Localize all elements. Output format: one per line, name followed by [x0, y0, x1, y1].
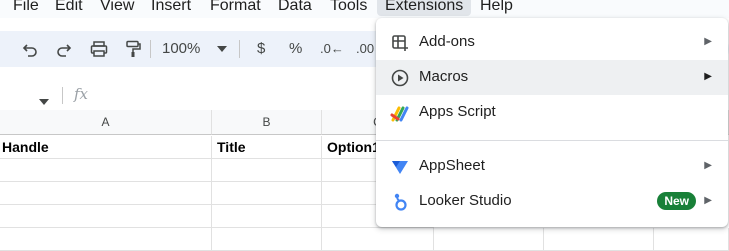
menu-bar: File Edit View Insert Format Data Tools … [0, 0, 729, 18]
grid-cell[interactable] [434, 228, 544, 251]
menu-item-apps-script[interactable]: Apps Script [376, 95, 728, 130]
grid-cell[interactable] [0, 205, 212, 228]
menu-insert[interactable]: Insert [151, 0, 191, 16]
grid-cell[interactable] [0, 228, 212, 251]
menu-format[interactable]: Format [210, 0, 261, 16]
menu-item-label: AppSheet [419, 157, 485, 174]
looker-studio-icon [390, 192, 410, 212]
grid-cell[interactable] [654, 228, 729, 251]
redo-icon[interactable] [54, 39, 74, 59]
grid-cell[interactable] [544, 228, 654, 251]
menu-edit[interactable]: Edit [55, 0, 83, 16]
toolbar-divider [150, 40, 151, 58]
cell-a1[interactable]: Handle [0, 136, 212, 159]
submenu-arrow-icon: ▶ [704, 195, 712, 206]
menu-item-label: Macros [419, 68, 469, 85]
menu-file[interactable]: File [13, 0, 39, 16]
column-header-b[interactable]: B [212, 110, 322, 135]
menu-view[interactable]: View [100, 0, 134, 16]
extensions-menu: Add-ons ▶ Macros ▶ Apps Script AppSheet … [376, 18, 728, 227]
undo-icon[interactable] [20, 39, 40, 59]
print-icon[interactable] [89, 39, 109, 59]
paint-format-icon[interactable] [123, 39, 143, 59]
menu-item-looker-studio[interactable]: Looker Studio New ▶ [376, 184, 728, 219]
add-ons-icon [390, 33, 410, 53]
grid-cell[interactable] [212, 182, 322, 205]
new-badge: New [657, 192, 696, 210]
cell-b1[interactable]: Title [212, 136, 322, 159]
menu-item-add-ons[interactable]: Add-ons ▶ [376, 25, 728, 60]
submenu-arrow-icon: ▶ [704, 160, 712, 171]
menu-help[interactable]: Help [480, 0, 513, 16]
percent-format-button[interactable]: % [289, 40, 302, 58]
appsheet-icon [390, 157, 410, 177]
formula-divider [62, 87, 63, 104]
grid-cell[interactable] [322, 228, 434, 251]
submenu-arrow-icon: ▶ [704, 71, 712, 82]
grid-cell[interactable] [212, 159, 322, 182]
grid-cell[interactable] [212, 205, 322, 228]
zoom-dropdown-icon[interactable] [212, 39, 232, 59]
menu-item-label: Apps Script [419, 103, 496, 120]
name-box-dropdown-icon[interactable] [39, 92, 49, 110]
menu-divider [376, 140, 728, 141]
menu-extensions[interactable]: Extensions [377, 0, 472, 16]
menu-data[interactable]: Data [278, 0, 312, 16]
grid-cell[interactable] [0, 159, 212, 182]
menu-tools[interactable]: Tools [330, 0, 367, 16]
menu-item-appsheet[interactable]: AppSheet ▶ [376, 149, 728, 184]
increase-decimal-button[interactable]: .00 [356, 40, 374, 58]
decrease-decimal-button[interactable]: .0← [320, 40, 344, 58]
toolbar-divider [239, 40, 240, 58]
menu-item-label: Add-ons [419, 33, 475, 50]
currency-format-button[interactable]: $ [257, 40, 265, 58]
menu-item-macros[interactable]: Macros ▶ [376, 60, 728, 95]
zoom-select[interactable]: 100% [162, 40, 200, 58]
grid-cell[interactable] [212, 228, 322, 251]
fx-icon: fx [74, 85, 89, 103]
column-header-a[interactable]: A [0, 110, 212, 135]
grid-cell[interactable] [0, 182, 212, 205]
menu-item-label: Looker Studio [419, 192, 512, 209]
apps-script-icon [390, 103, 410, 123]
macros-play-icon [390, 68, 410, 88]
submenu-arrow-icon: ▶ [704, 36, 712, 47]
